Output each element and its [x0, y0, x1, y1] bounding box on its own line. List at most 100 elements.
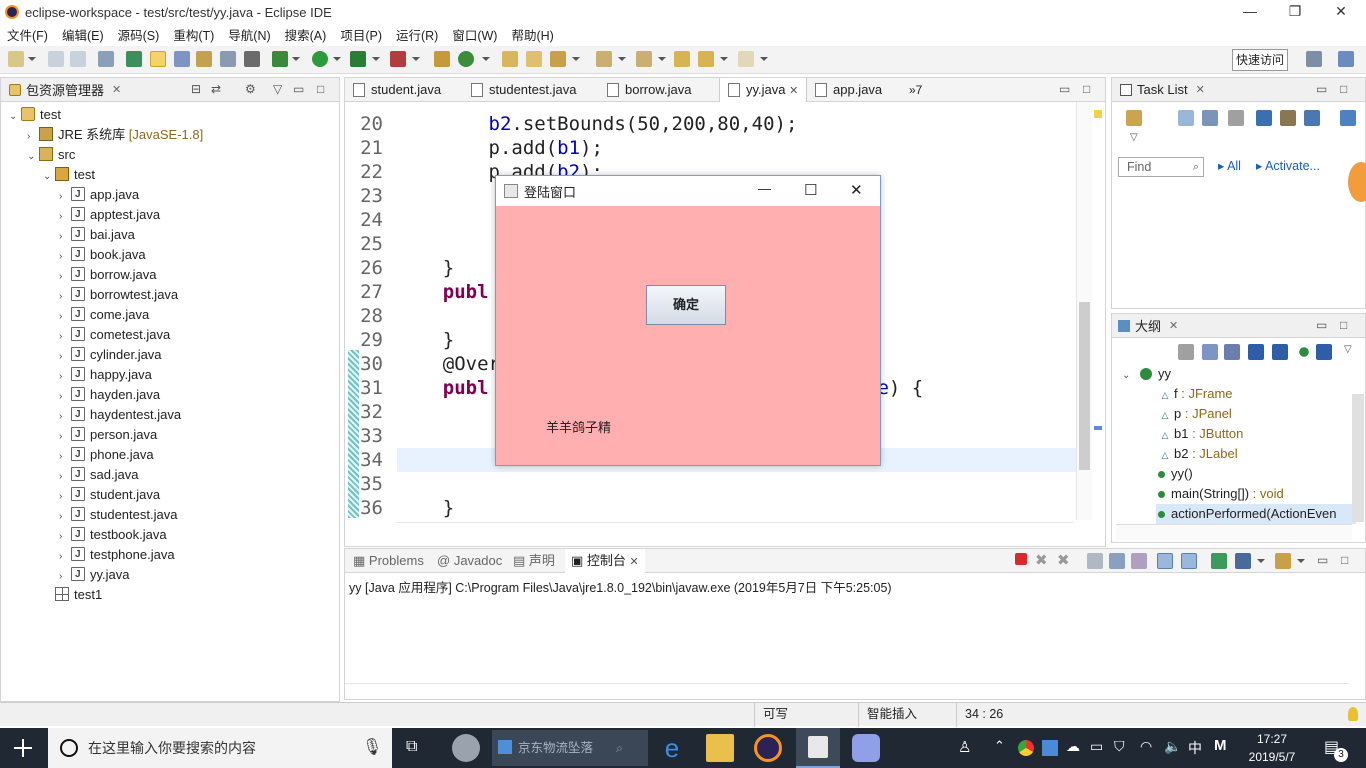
new-class-icon[interactable] — [458, 51, 474, 67]
back-dropdown-icon[interactable] — [720, 57, 728, 61]
scrollbar-thumb[interactable] — [1079, 302, 1090, 470]
collapse-icon[interactable]: › — [59, 307, 71, 327]
collapse-icon[interactable]: › — [59, 367, 71, 387]
last-edit-icon[interactable] — [674, 51, 690, 67]
java-perspective-icon[interactable] — [1338, 51, 1354, 67]
taskbar-news-widget[interactable]: 京东物流坠落 ⌕ — [492, 730, 648, 766]
restore-button[interactable]: ❐ — [1272, 0, 1318, 24]
hide-static-icon[interactable] — [1272, 344, 1288, 360]
collapse-tasks-icon[interactable] — [1304, 110, 1320, 126]
security-icon[interactable]: ⛉ — [1114, 738, 1125, 755]
prev-edit-icon[interactable] — [636, 51, 652, 67]
dialog-minimize-button[interactable]: — — [758, 181, 771, 196]
open-perspective-icon[interactable] — [1306, 51, 1322, 67]
eclipse-taskbar-icon[interactable] — [754, 734, 782, 762]
code-line[interactable]: b2.setBounds(50,200,80,40); — [397, 112, 798, 136]
menu-source[interactable]: 源码(S) — [111, 25, 167, 44]
collapse-icon[interactable]: › — [59, 567, 71, 587]
tab-problems[interactable]: ▦ Problems — [353, 549, 424, 573]
coverage-icon[interactable] — [350, 51, 366, 67]
battery-icon[interactable]: ▭ — [1090, 738, 1103, 755]
word-wrap-icon[interactable] — [1131, 553, 1147, 569]
hide-fields-icon[interactable] — [1248, 344, 1264, 360]
new-java-project-icon[interactable] — [434, 51, 450, 67]
tree-file[interactable]: › sad.java — [59, 465, 138, 485]
tree-project-test1[interactable]: test1 — [43, 585, 102, 605]
collapse-icon[interactable]: › — [59, 347, 71, 367]
minimize-editor-icon[interactable]: ▭ — [1059, 82, 1070, 96]
outline-member[interactable]: △ p : JPanel — [1156, 404, 1232, 424]
debug-dropdown-icon[interactable] — [292, 57, 300, 61]
tab-declaration[interactable]: ▤ 声明 — [513, 549, 555, 573]
tree-package-test[interactable]: ⌄ test — [43, 165, 95, 185]
volume-icon[interactable]: 🔈 — [1164, 738, 1181, 755]
open-type-icon[interactable] — [126, 51, 142, 67]
code-line[interactable] — [397, 304, 489, 328]
collapse-icon[interactable]: › — [59, 207, 71, 227]
code-line[interactable]: } — [397, 328, 454, 352]
tree-src[interactable]: ⌄ src — [27, 145, 75, 165]
collapse-icon[interactable]: › — [59, 327, 71, 347]
tray-expand-icon[interactable]: ⌃ — [994, 738, 1005, 754]
outline-scrollbar[interactable] — [1352, 394, 1364, 522]
chrome-tray-icon[interactable] — [1018, 740, 1034, 756]
tree-file[interactable]: › person.java — [59, 425, 157, 445]
code-line[interactable]: } — [397, 256, 454, 280]
skip-breakpoints-icon[interactable] — [98, 51, 114, 67]
tab-console-active[interactable]: ▣ 控制台 ✕ — [565, 549, 645, 573]
tree-file[interactable]: › hayden.java — [59, 385, 160, 405]
dialog-maximize-button[interactable]: ☐ — [804, 181, 817, 199]
new-dropdown-icon[interactable] — [28, 57, 36, 61]
tree-file[interactable]: › come.java — [59, 305, 149, 325]
show-on-output-icon[interactable] — [1157, 553, 1173, 569]
run-dropdown-icon[interactable] — [333, 57, 341, 61]
focus-icon[interactable] — [1256, 110, 1272, 126]
save-icon[interactable] — [48, 51, 64, 67]
all-filter[interactable]: ▸ All — [1218, 158, 1241, 173]
vertical-scrollbar[interactable] — [1076, 102, 1092, 520]
maximize-view-icon[interactable]: □ — [1340, 318, 1347, 332]
microphone-icon[interactable]: 🎙 — [362, 728, 382, 768]
next-edit-dropdown-icon[interactable] — [618, 57, 626, 61]
minimize-view-icon[interactable]: ▭ — [1317, 553, 1328, 567]
outline-member[interactable]: actionPerformed(ActionEven — [1156, 504, 1356, 524]
task-view-icon[interactable]: ⧉ — [406, 738, 417, 756]
tab-close-icon[interactable]: ✕ — [630, 556, 639, 568]
pinwheel-app-icon[interactable] — [452, 734, 480, 762]
collapse-icon[interactable]: › — [27, 127, 39, 147]
collapse-icon[interactable]: › — [59, 267, 71, 287]
scheduled-icon[interactable] — [1202, 110, 1218, 126]
minimize-view-icon[interactable]: ▭ — [1316, 318, 1327, 332]
new-class-dropdown-icon[interactable] — [482, 57, 490, 61]
hide-nonpublic-icon[interactable] — [1299, 347, 1309, 357]
more-tabs-button[interactable]: »7 — [893, 78, 922, 102]
collapse-icon[interactable]: › — [59, 227, 71, 247]
ime-mode-indicator[interactable]: M — [1214, 737, 1227, 754]
view-menu-icon[interactable]: ▽ — [1130, 132, 1138, 143]
external-dropdown-icon[interactable] — [412, 57, 420, 61]
save-all-icon[interactable] — [70, 51, 86, 67]
tree-file[interactable]: › apptest.java — [59, 205, 160, 225]
file-explorer-icon[interactable] — [706, 734, 734, 762]
expand-icon[interactable]: ⌄ — [27, 147, 39, 167]
pin-console-icon[interactable] — [1211, 553, 1227, 569]
quick-access-field[interactable]: 快速访问 — [1232, 49, 1288, 71]
cloud-icon[interactable]: ☁ — [1066, 738, 1080, 755]
next-annotation-icon[interactable] — [196, 51, 212, 67]
filter-icon[interactable]: ⚙ — [245, 82, 256, 96]
forward-icon[interactable] — [738, 51, 754, 67]
code-line[interactable] — [397, 424, 489, 448]
tree-file[interactable]: › phone.java — [59, 445, 154, 465]
ime-indicator[interactable]: 中 — [1188, 738, 1202, 758]
outline-close[interactable]: ✕ — [1169, 319, 1178, 332]
collapse-icon[interactable]: › — [59, 187, 71, 207]
console-h-scrollbar[interactable] — [345, 683, 1349, 699]
expand-icon[interactable]: ⌄ — [1122, 370, 1130, 381]
prev-edit-dropdown-icon[interactable] — [658, 57, 666, 61]
coverage-dropdown-icon[interactable] — [372, 57, 380, 61]
tree-file[interactable]: › app.java — [59, 185, 139, 205]
menu-run[interactable]: 运行(R) — [389, 25, 445, 44]
collapse-icon[interactable]: › — [59, 287, 71, 307]
expand-icon[interactable]: ⌄ — [9, 107, 21, 127]
maximize-view-icon[interactable]: □ — [317, 82, 324, 96]
